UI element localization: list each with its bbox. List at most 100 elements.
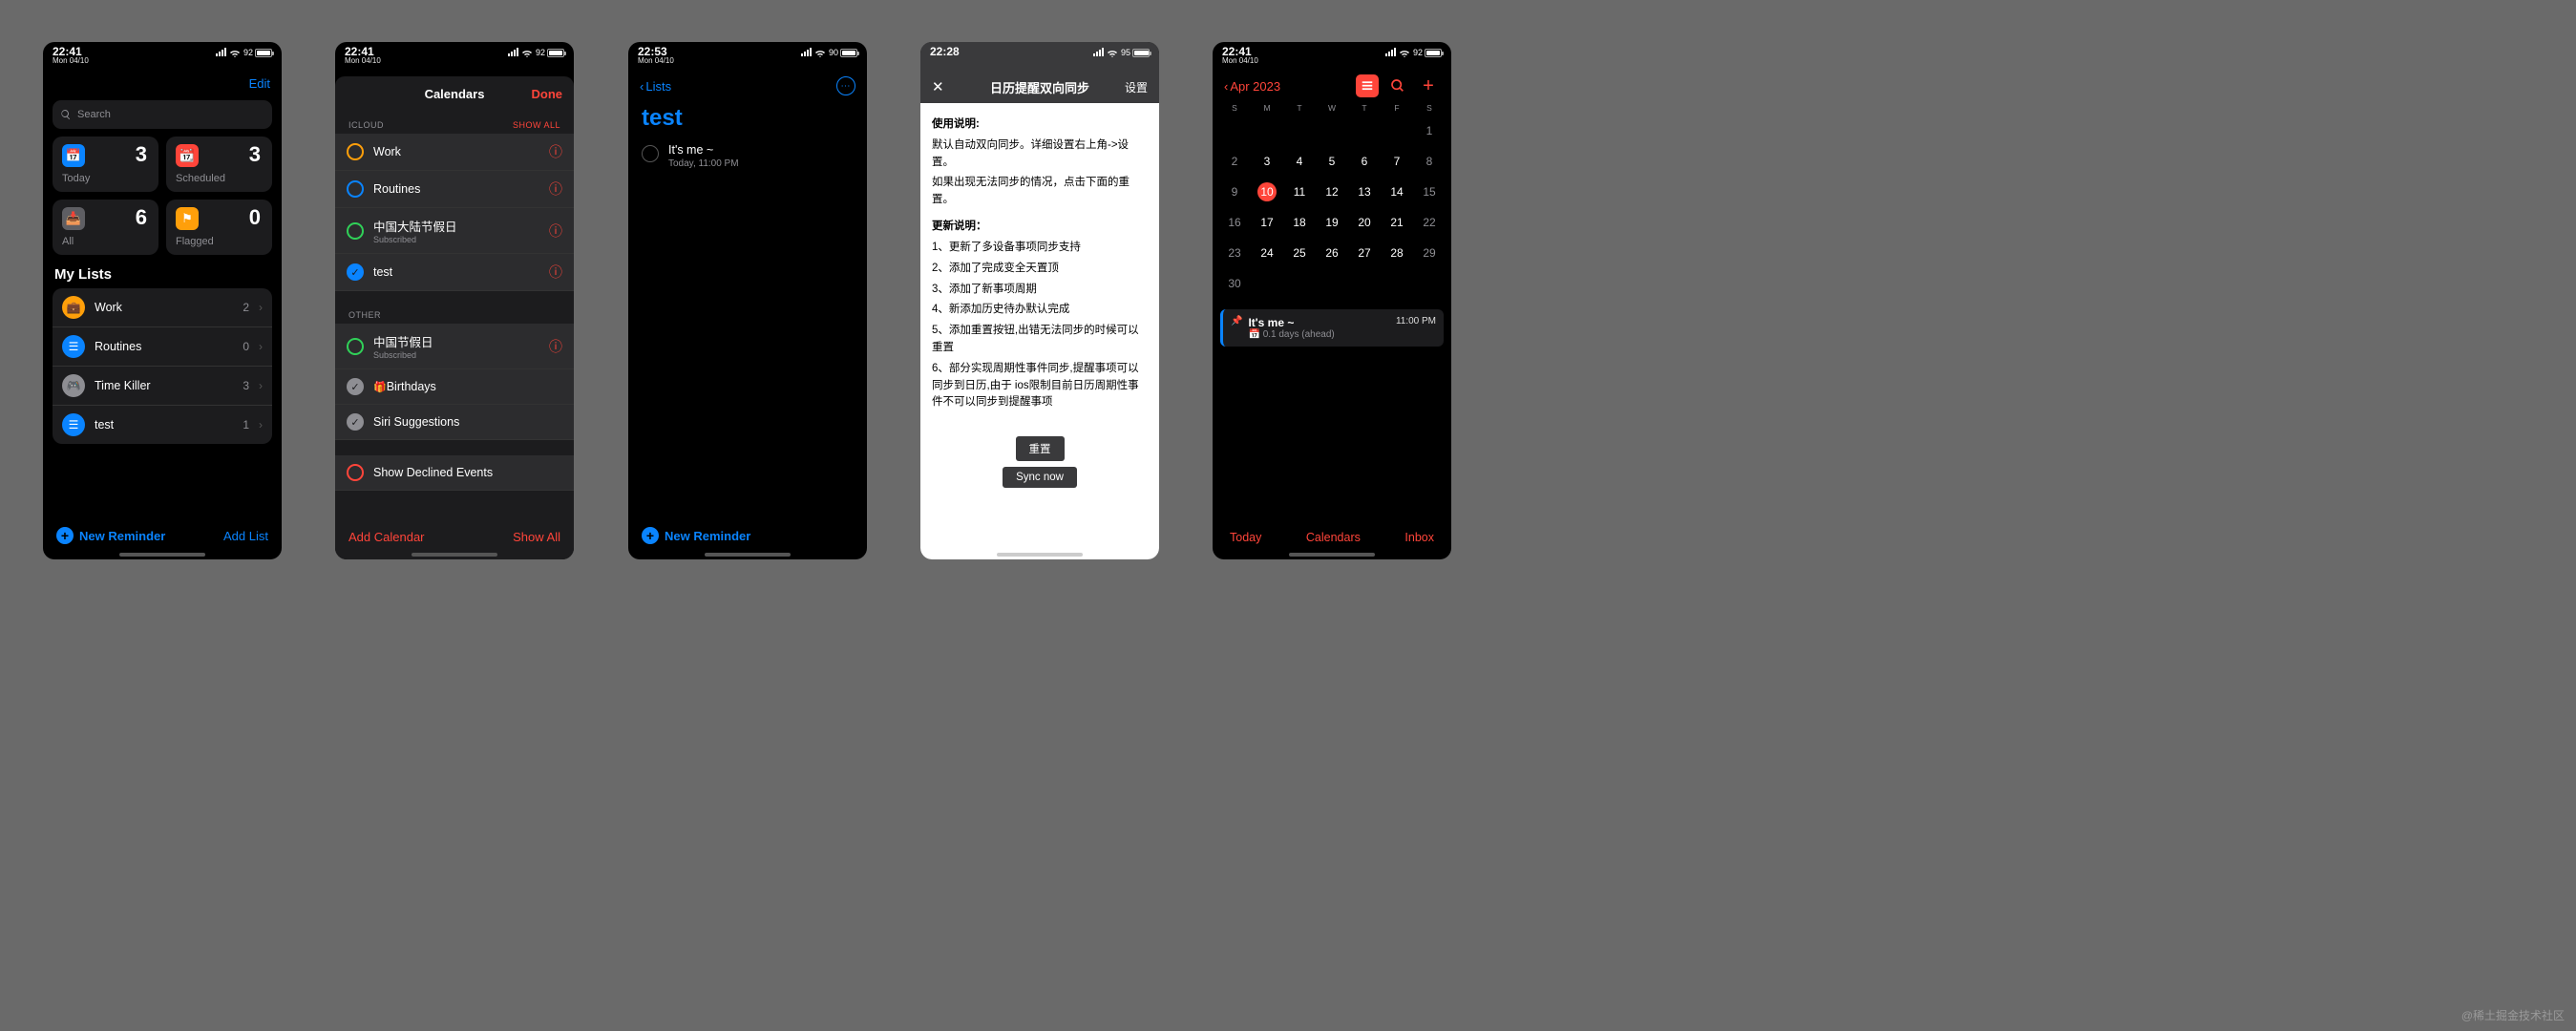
day-cell[interactable]: 27 (1348, 239, 1381, 267)
weekday-header: SMTWTFS (1213, 103, 1451, 113)
day-cell[interactable]: 26 (1316, 239, 1348, 267)
flagged-card[interactable]: ⚑0Flagged (166, 200, 272, 255)
more-button[interactable]: ⋯ (836, 76, 855, 95)
cellular-icon (1385, 48, 1396, 56)
list-icon: ☰ (62, 413, 85, 436)
calendar-row[interactable]: ✓ 🎁Birthdays (335, 369, 574, 405)
status-icons: 95 (1093, 46, 1150, 71)
calendar-row[interactable]: ✓Siri Suggestions (335, 405, 574, 440)
calendars-button[interactable]: Calendars (1306, 531, 1361, 544)
day-cell[interactable]: 11 (1283, 178, 1316, 206)
day-cell[interactable]: 21 (1381, 208, 1413, 237)
show-declined-row[interactable]: Show Declined Events (335, 455, 574, 491)
calendar-row[interactable]: Routinesⓘ (335, 171, 574, 208)
circle-icon (347, 222, 364, 240)
day-cell[interactable]: 5 (1316, 147, 1348, 176)
all-card[interactable]: 📥6All (53, 200, 158, 255)
day-cell (1251, 269, 1283, 298)
new-reminder-button[interactable]: +New Reminder (642, 527, 750, 544)
home-indicator[interactable] (119, 553, 205, 557)
statusbar: 22:41Mon 04/10 92 (1213, 42, 1451, 71)
settings-button[interactable]: 设置 (1125, 79, 1148, 95)
scheduled-card[interactable]: 📆3Scheduled (166, 137, 272, 192)
calendar-row[interactable]: ✓testⓘ (335, 254, 574, 291)
today-card[interactable]: 📅3Today (53, 137, 158, 192)
back-button[interactable]: ‹Apr 2023 (1224, 79, 1280, 94)
info-icon[interactable]: ⓘ (549, 263, 562, 282)
add-calendar-button[interactable]: Add Calendar (348, 530, 425, 544)
add-button[interactable]: + (1417, 74, 1440, 97)
day-cell[interactable]: 22 (1413, 208, 1446, 237)
new-reminder-button[interactable]: +New Reminder (56, 527, 165, 544)
sync-app-screen: 22:28 95 ✕ 日历提醒双向同步 设置 使用说明: 默认自动双向同步。详细… (920, 42, 1159, 559)
day-cell[interactable]: 29 (1413, 239, 1446, 267)
reminder-item[interactable]: It's me ~Today, 11:00 PM (628, 137, 867, 175)
info-icon[interactable]: ⓘ (549, 142, 562, 161)
sync-now-button[interactable]: Sync now (1003, 467, 1077, 488)
today-button[interactable]: Today (1230, 531, 1261, 544)
back-button[interactable]: ‹Lists (640, 79, 671, 94)
event-item[interactable]: 📌 It's me ~📅 0.1 days (ahead) 11:00 PM (1220, 309, 1444, 347)
search-button[interactable] (1386, 74, 1409, 97)
info-icon[interactable]: ⓘ (549, 179, 562, 199)
day-cell[interactable]: 17 (1251, 208, 1283, 237)
day-cell[interactable]: 23 (1218, 239, 1251, 267)
list-row[interactable]: 💼Work2› (53, 288, 272, 327)
checkbox[interactable] (642, 145, 659, 162)
day-cell[interactable]: 7 (1381, 147, 1413, 176)
day-cell (1316, 116, 1348, 145)
info-icon[interactable]: ⓘ (549, 337, 562, 356)
my-lists: 💼Work2›☰Routines0›🎮Time Killer3›☰test1› (53, 288, 272, 444)
day-cell (1251, 116, 1283, 145)
home-indicator[interactable] (412, 553, 497, 557)
day-cell[interactable]: 24 (1251, 239, 1283, 267)
day-cell[interactable]: 28 (1381, 239, 1413, 267)
day-cell[interactable]: 19 (1316, 208, 1348, 237)
show-all-button[interactable]: Show All (513, 530, 560, 544)
day-cell[interactable]: 14 (1381, 178, 1413, 206)
day-cell[interactable]: 10 (1251, 178, 1283, 206)
day-cell[interactable]: 13 (1348, 178, 1381, 206)
home-indicator[interactable] (1289, 553, 1375, 557)
day-cell[interactable]: 12 (1316, 178, 1348, 206)
calendar-row[interactable]: 中国大陆节假日Subscribedⓘ (335, 208, 574, 254)
day-cell[interactable]: 6 (1348, 147, 1381, 176)
day-cell[interactable]: 1 (1413, 116, 1446, 145)
day-cell[interactable]: 3 (1251, 147, 1283, 176)
calendar-screen: 22:41Mon 04/10 92 ‹Apr 2023 + SMTWTFS 12… (1213, 42, 1451, 559)
calendar-name: 中国大陆节假日 (373, 217, 539, 235)
day-cell[interactable]: 16 (1218, 208, 1251, 237)
statusbar: 22:53Mon 04/10 90 (628, 42, 867, 71)
home-indicator[interactable] (997, 553, 1083, 557)
edit-button[interactable]: Edit (249, 76, 270, 91)
event-subtitle: 📅 0.1 days (ahead) (1248, 329, 1334, 340)
day-cell[interactable]: 30 (1218, 269, 1251, 298)
reset-button[interactable]: 重置 (1016, 436, 1065, 461)
day-cell[interactable]: 9 (1218, 178, 1251, 206)
info-icon[interactable]: ⓘ (549, 221, 562, 241)
day-cell[interactable]: 2 (1218, 147, 1251, 176)
list-row[interactable]: ☰test1› (53, 406, 272, 444)
calendar-row[interactable]: Workⓘ (335, 134, 574, 171)
search-input[interactable]: Search (53, 100, 272, 129)
list-row[interactable]: ☰Routines0› (53, 327, 272, 367)
show-all-button[interactable]: SHOW ALL (513, 120, 560, 130)
day-cell (1348, 116, 1381, 145)
day-cell[interactable]: 15 (1413, 178, 1446, 206)
add-list-button[interactable]: Add List (223, 529, 268, 543)
done-button[interactable]: Done (532, 87, 575, 101)
view-toggle-button[interactable] (1356, 74, 1379, 97)
day-cell[interactable]: 25 (1283, 239, 1316, 267)
inbox-button[interactable]: Inbox (1404, 531, 1434, 544)
gift-icon: 🎁 (373, 382, 387, 393)
day-cell[interactable]: 18 (1283, 208, 1316, 237)
list-row[interactable]: 🎮Time Killer3› (53, 367, 272, 406)
day-cell[interactable]: 4 (1283, 147, 1316, 176)
calendar-icon: 📆 (176, 144, 199, 167)
home-indicator[interactable] (705, 553, 791, 557)
reminder-list-screen: 22:53Mon 04/10 90 ‹Lists ⋯ test It's me … (628, 42, 867, 559)
day-cell[interactable]: 20 (1348, 208, 1381, 237)
calendar-row[interactable]: 中国节假日Subscribedⓘ (335, 324, 574, 369)
day-cell[interactable]: 8 (1413, 147, 1446, 176)
watermark: @稀土掘金技术社区 (2461, 1007, 2565, 1023)
